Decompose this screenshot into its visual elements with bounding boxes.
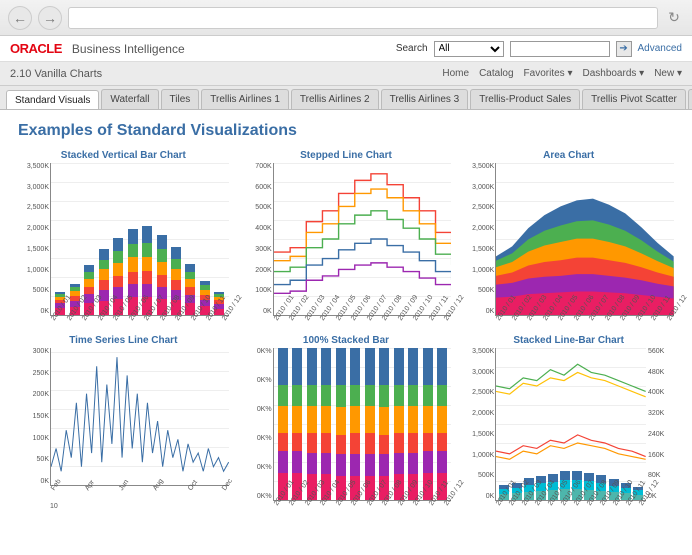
subnav-link[interactable]: Dashboards ▾	[582, 68, 644, 79]
tab[interactable]: Trellis Airlines 3	[381, 89, 469, 109]
url-bar[interactable]	[68, 7, 658, 29]
chart-title: Stacked Line-Bar Chart	[463, 335, 674, 346]
search-input[interactable]	[510, 41, 610, 57]
chart-area: Area Chart 3,500K3,000K2,500K2,000K1,500K…	[463, 150, 674, 325]
subnav-link[interactable]: Favorites ▾	[524, 68, 573, 79]
tab[interactable]: Trellis Airlines 2	[291, 89, 379, 109]
subnav-link[interactable]: Home	[442, 68, 469, 79]
page-title: Examples of Standard Visualizations	[18, 122, 674, 140]
subnav-link[interactable]: Catalog	[479, 68, 513, 79]
chart-plot-area: 700K600K500K400K300K200K100K0K	[273, 163, 452, 316]
oracle-logo: ORACLE	[10, 41, 62, 56]
product-title: Business Intelligence	[72, 42, 185, 56]
chart-grid: Stacked Vertical Bar Chart 3,500K3,000K2,…	[18, 150, 674, 510]
browser-chrome: ← → ↻	[0, 0, 692, 36]
chart-title: Stacked Vertical Bar Chart	[18, 150, 229, 161]
breadcrumb: 2.10 Vanilla Charts	[10, 68, 102, 80]
search-scope-select[interactable]: All	[434, 41, 504, 57]
chart-plot-area: 3,500K3,000K2,500K2,000K1,500K1,000K500K…	[495, 163, 674, 316]
chart-stacked-100: 100% Stacked Bar0K%0K%0K%0K%0K%0K%2010 /…	[241, 335, 452, 510]
search-label: Search	[396, 43, 428, 54]
subnav-link[interactable]: New ▾	[654, 68, 682, 79]
chart-title: Time Series Line Chart	[18, 335, 229, 346]
tab[interactable]: Waterfall	[101, 89, 158, 109]
tab[interactable]: Trellis Pivot Scatter	[582, 89, 686, 109]
refresh-icon[interactable]: ↻	[664, 8, 684, 28]
tab[interactable]: Trellis Airlines 1	[201, 89, 289, 109]
back-button[interactable]: ←	[8, 6, 32, 30]
chart-line-bar: Stacked Line-Bar Chart 3,500K3,000K2,500K…	[463, 335, 674, 510]
app-header: ORACLE Business Intelligence Search All …	[0, 36, 692, 62]
chart-title: Stepped Line Chart	[241, 150, 452, 161]
tab-strip: Standard VisualsWaterfallTilesTrellis Ai…	[0, 86, 692, 110]
chart-plot-area: 0K%0K%0K%0K%0K%0K%	[273, 348, 452, 501]
tab[interactable]: Narrative Tickers	[688, 89, 692, 109]
chart-plot-area: 3,500K3,000K2,500K2,000K1,500K1,000K500K…	[495, 348, 646, 501]
chart-title: 100% Stacked Bar	[241, 335, 452, 346]
content-area: Examples of Standard Visualizations Stac…	[0, 110, 692, 522]
sub-header: 2.10 Vanilla Charts Home Catalog Favorites…	[0, 62, 692, 86]
forward-button[interactable]: →	[38, 6, 62, 30]
chart-stacked-bar: Stacked Vertical Bar Chart 3,500K3,000K2,…	[18, 150, 229, 325]
chart-plot-area: 3,500K3,000K2,500K2,000K1,500K1,000K500K…	[50, 163, 229, 316]
chart-stepped-line: Stepped Line Chart 700K600K500K400K300K20…	[241, 150, 452, 325]
chart-title: Area Chart	[463, 150, 674, 161]
sub-nav: Home Catalog Favorites ▾ Dashboards ▾ New ▾	[442, 68, 682, 79]
tab[interactable]: Trellis-Product Sales	[470, 89, 580, 109]
advanced-link[interactable]: Advanced	[638, 43, 682, 54]
tab[interactable]: Standard Visuals	[6, 90, 99, 110]
tab[interactable]: Tiles	[161, 89, 200, 109]
chart-time-series: Time Series Line Chart 300K250K200K150K10…	[18, 335, 229, 510]
search-go-button[interactable]: ➔	[616, 41, 632, 57]
chart-plot-area: 300K250K200K150K100K50K0K	[50, 348, 229, 486]
